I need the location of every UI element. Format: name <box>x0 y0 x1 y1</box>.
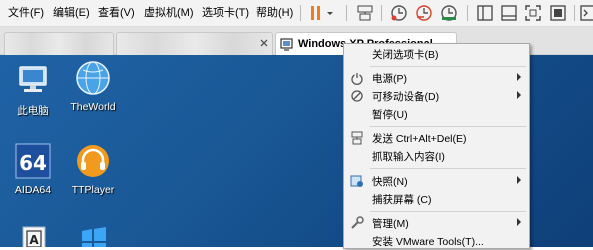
menu-item-grab-input[interactable]: 抓取输入内容(I) <box>344 147 529 165</box>
removable-device-icon <box>351 90 363 102</box>
menubar: 文件(F) 编辑(E) 查看(V) 虚拟机(M) 选项卡(T) 帮助(H) <box>0 0 593 27</box>
send-ctrl-alt-del-button[interactable] <box>355 3 375 23</box>
menu-item-label: 暂停(U) <box>372 109 408 121</box>
unity-mode-icon <box>550 5 566 21</box>
menu-item-label: 发送 Ctrl+Alt+Del(E) <box>372 133 467 145</box>
power-icon <box>351 73 363 85</box>
document-a-icon: A <box>22 226 46 247</box>
snapshot-icon <box>350 175 363 187</box>
desktop-icon-document-a[interactable]: A <box>3 223 63 247</box>
wrench-icon <box>351 216 364 229</box>
chevron-down-icon <box>327 12 333 15</box>
snapshot-manager-icon <box>441 5 457 21</box>
desktop-icon-label: AIDA64 <box>14 184 52 196</box>
console-view-icon <box>580 5 593 21</box>
desktop-icon-label: TheWorld <box>70 101 116 113</box>
full-screen-button[interactable] <box>523 3 543 23</box>
tab-vm-2[interactable] <box>116 32 273 55</box>
ttplayer-headphones-icon <box>77 145 109 177</box>
tab-context-menu: 关闭选项卡(B) 电源(P) 可移动设备(D) 暂停(U) 发送 Ctrl+Al… <box>343 43 530 249</box>
menu-separator <box>370 168 526 169</box>
snapshot-manager-button[interactable] <box>439 3 459 23</box>
menu-item-power[interactable]: 电源(P) <box>344 69 529 87</box>
menu-item-pause[interactable]: 暂停(U) <box>344 105 529 123</box>
menu-file[interactable]: 文件(F) <box>8 6 44 20</box>
windows-logo-icon <box>82 227 106 247</box>
menu-item-install-vmware-tools[interactable]: 安装 VMware Tools(T)... <box>344 232 529 250</box>
unity-mode-button[interactable] <box>548 3 568 23</box>
menu-edit[interactable]: 编辑(E) <box>53 6 90 20</box>
menu-item-snapshot[interactable]: 快照(N) <box>344 172 529 190</box>
computer-icon <box>19 66 47 92</box>
revert-snapshot-button[interactable] <box>414 3 434 23</box>
menu-separator <box>370 66 526 67</box>
toolbar-separator <box>300 5 301 21</box>
menu-tabs[interactable]: 选项卡(T) <box>202 6 249 20</box>
aida64-icon: 64 <box>15 143 51 179</box>
take-snapshot-button[interactable] <box>389 3 409 23</box>
thumbnail-bar-button[interactable] <box>499 3 519 23</box>
send-keys-icon <box>351 131 363 145</box>
submenu-arrow-icon <box>517 218 521 226</box>
menu-item-label: 可移动设备(D) <box>372 91 440 103</box>
menu-view[interactable]: 查看(V) <box>98 6 135 20</box>
desktop-icon-label: TTPlayer <box>71 184 115 196</box>
tab-vm-1[interactable] <box>4 32 114 55</box>
close-tab-icon[interactable] <box>259 38 269 48</box>
menu-item-label: 电源(P) <box>372 73 407 85</box>
menu-item-label: 抓取输入内容(I) <box>372 151 445 163</box>
document-a-letter: A <box>29 233 39 247</box>
show-library-button[interactable] <box>475 3 495 23</box>
menu-item-label: 关闭选项卡(B) <box>372 49 439 61</box>
console-view-button[interactable] <box>580 3 593 23</box>
pause-icon <box>311 6 320 20</box>
snapshot-clock-icon <box>391 5 407 21</box>
toolbar-separator <box>574 5 575 21</box>
menu-item-send-ctrl-alt-del[interactable]: 发送 Ctrl+Alt+Del(E) <box>344 129 529 147</box>
desktop-icon-theworld[interactable]: TheWorld <box>63 59 123 113</box>
full-screen-icon <box>525 5 541 21</box>
menu-item-removable-devices[interactable]: 可移动设备(D) <box>344 87 529 105</box>
svg-text:64: 64 <box>19 151 47 175</box>
desktop-icon-this-pc[interactable]: 此电脑 <box>3 61 63 118</box>
toolbar-separator <box>381 5 382 21</box>
pause-button[interactable] <box>306 3 326 23</box>
menu-vm[interactable]: 虚拟机(M) <box>144 6 194 20</box>
menu-item-capture-screen[interactable]: 捕获屏幕 (C) <box>344 190 529 208</box>
submenu-arrow-icon <box>517 176 521 184</box>
menu-help[interactable]: 帮助(H) <box>256 6 293 20</box>
power-dropdown-button[interactable] <box>325 3 335 23</box>
desktop-icon-aida64[interactable]: 64 AIDA64 <box>3 142 63 196</box>
desktop-icon-windows[interactable] <box>63 223 123 247</box>
thumbnail-bar-icon <box>501 5 517 21</box>
menu-item-label: 捕获屏幕 (C) <box>372 194 432 206</box>
theworld-globe-icon <box>76 61 110 95</box>
desktop-icon-ttplayer[interactable]: TTPlayer <box>63 142 123 196</box>
menu-separator <box>370 126 526 127</box>
submenu-arrow-icon <box>517 91 521 99</box>
submenu-arrow-icon <box>517 73 521 81</box>
menu-item-close-tab[interactable]: 关闭选项卡(B) <box>344 45 529 63</box>
toolbar-separator <box>346 5 347 21</box>
menu-item-label: 快照(N) <box>372 176 408 188</box>
revert-snapshot-icon <box>416 5 432 21</box>
menu-separator <box>370 211 526 212</box>
library-panel-icon <box>477 5 493 21</box>
menu-item-manage[interactable]: 管理(M) <box>344 214 529 232</box>
toolbar-separator <box>467 5 468 21</box>
menu-item-label: 管理(M) <box>372 218 409 230</box>
send-keys-icon <box>357 5 373 21</box>
desktop-icon-label: 此电脑 <box>17 105 49 117</box>
vm-tab-icon <box>280 38 293 51</box>
